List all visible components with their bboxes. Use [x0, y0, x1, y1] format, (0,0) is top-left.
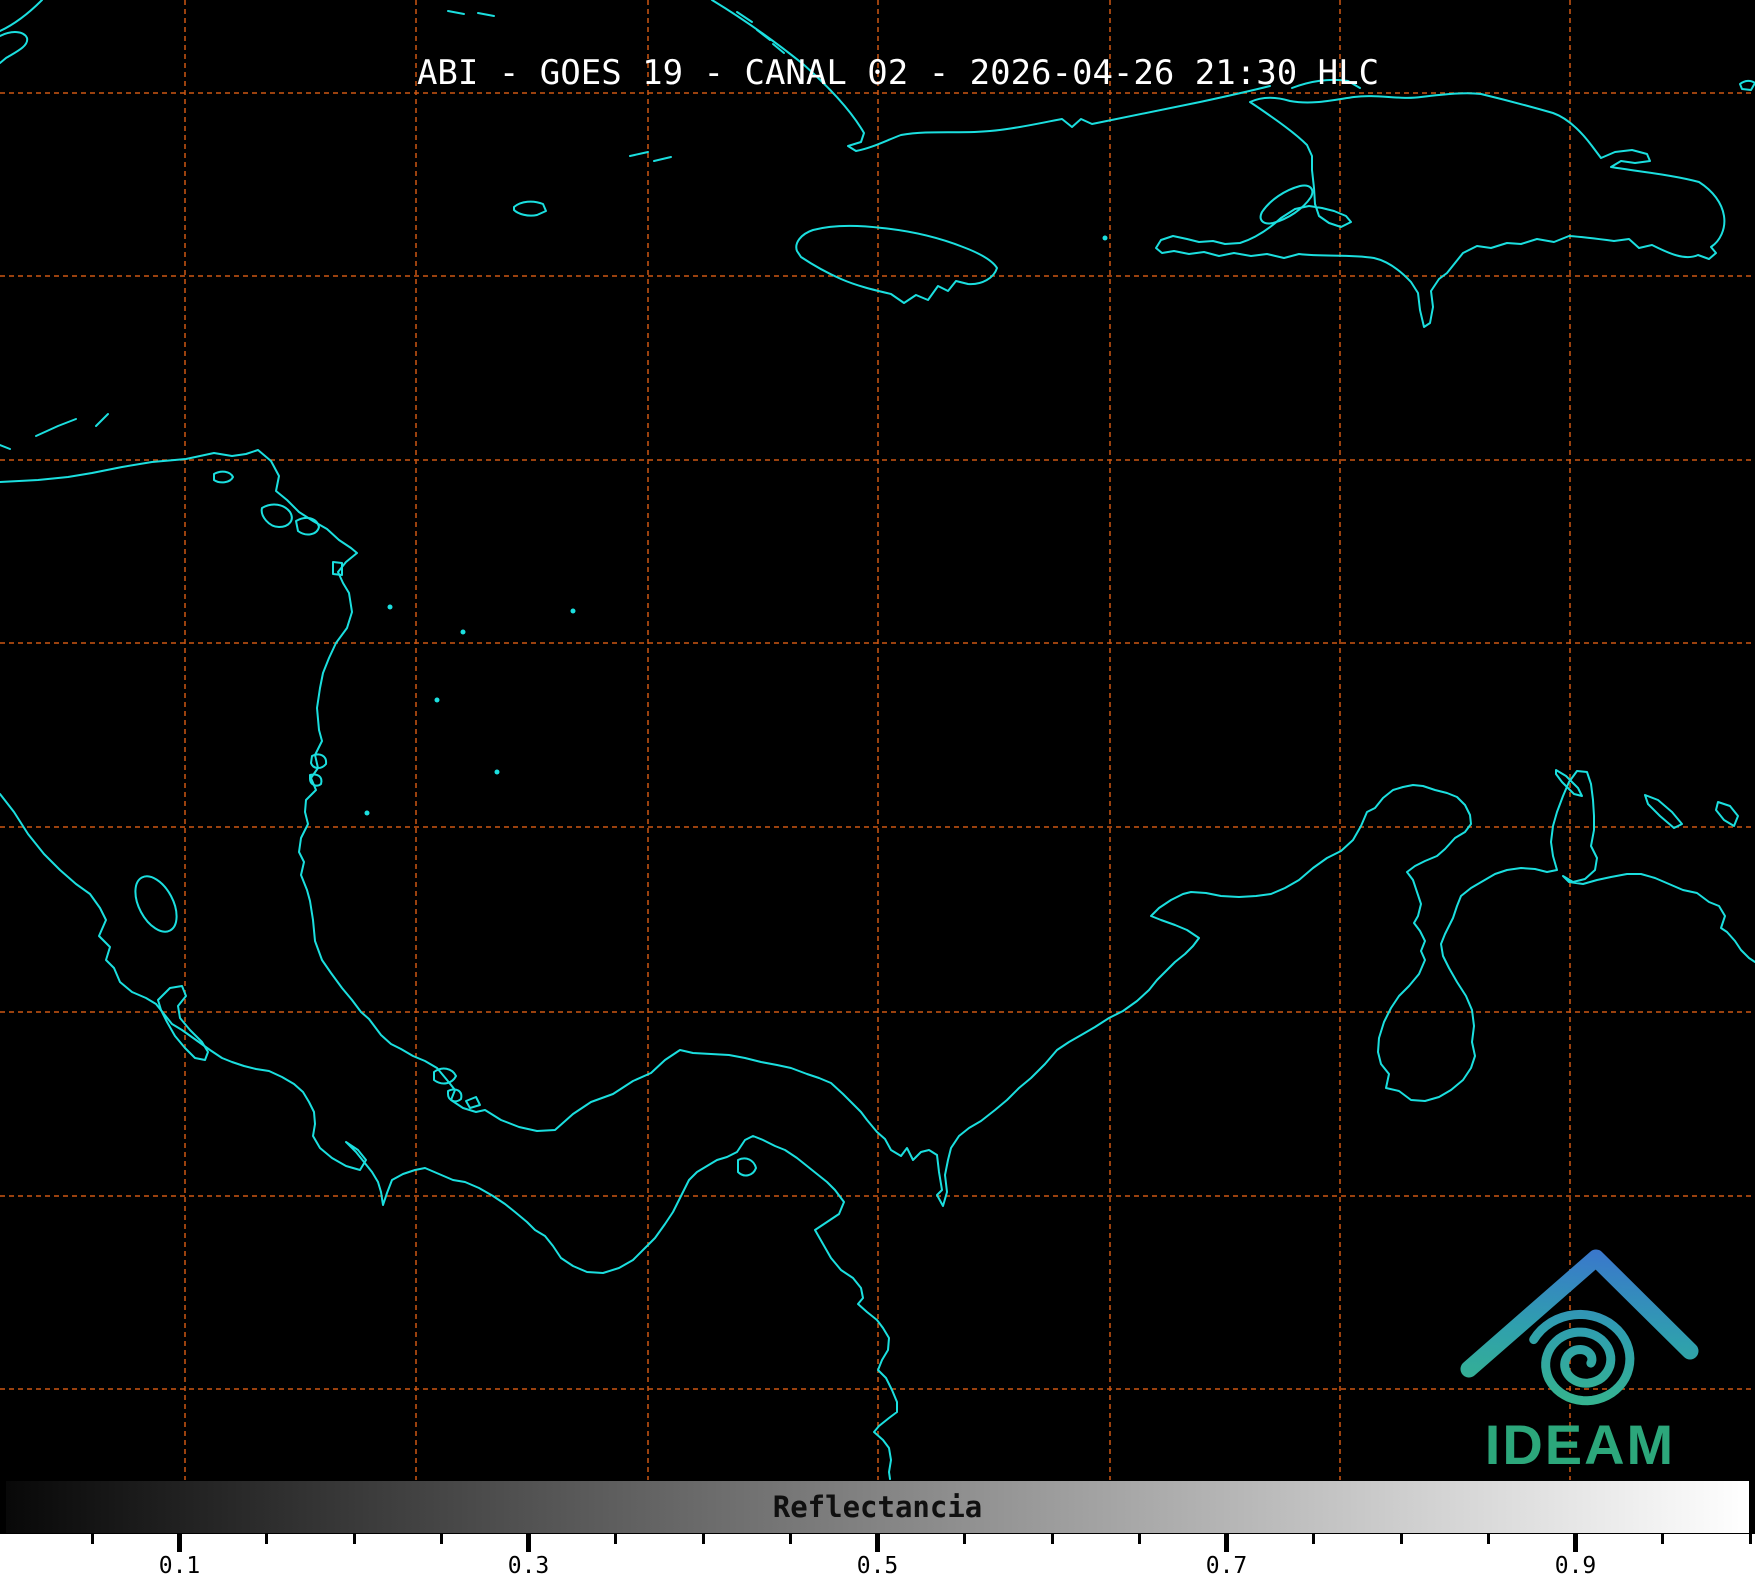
minor-tick-mark	[90, 1534, 94, 1544]
tick-label: 0.7	[1205, 1553, 1248, 1577]
island-outline	[447, 10, 465, 15]
island-outline	[513, 200, 547, 217]
coastline-path	[0, 793, 898, 1480]
small-island-dot	[460, 629, 466, 635]
island-outline	[213, 470, 234, 484]
island-outline	[737, 1157, 757, 1177]
colorbar-label: Reflectancia	[772, 1490, 983, 1524]
island-outline	[1644, 794, 1683, 829]
tick-label: 0.3	[507, 1553, 550, 1577]
lake-outline	[134, 875, 178, 933]
colorbar: Reflectancia	[5, 1480, 1750, 1534]
ideam-logo: IDEAM	[1460, 1249, 1699, 1476]
tick-label: 0.9	[1554, 1553, 1597, 1577]
coastline-path	[1155, 92, 1726, 328]
image-title: ABI - GOES 19 - CANAL 02 - 2026-04-26 21…	[416, 53, 1380, 93]
tick-label: 0.1	[158, 1553, 201, 1577]
minor-tick-mark	[265, 1534, 269, 1544]
island-outline	[629, 151, 649, 157]
minor-tick-mark	[1661, 1534, 1665, 1544]
graticule-grid	[0, 0, 1755, 1480]
coastline-path	[0, 31, 29, 64]
coastline-path	[0, 0, 43, 32]
small-island-dot	[387, 604, 393, 610]
major-tick-mark	[177, 1534, 182, 1552]
island-outline	[1739, 79, 1755, 91]
island-outline	[35, 418, 77, 437]
small-island-dot	[494, 769, 500, 775]
hurricane-spiral-icon	[1529, 1309, 1635, 1406]
minor-tick-mark	[1486, 1534, 1490, 1544]
small-island-dot	[570, 608, 576, 614]
island-outline	[756, 29, 771, 41]
major-tick-mark	[1573, 1534, 1578, 1552]
coastline-path	[157, 985, 209, 1061]
island-outline	[95, 413, 109, 427]
satellite-map: IDEAM	[0, 0, 1755, 1480]
minor-tick-mark	[1050, 1534, 1054, 1544]
minor-tick-mark	[1748, 1534, 1752, 1544]
minor-tick-mark	[963, 1534, 967, 1544]
major-tick-mark	[875, 1534, 880, 1552]
colorbar-axis: 0.1 0.3 0.5 0.7 0.9	[0, 1534, 1755, 1577]
minor-tick-mark	[788, 1534, 792, 1544]
island-outline	[433, 1067, 457, 1085]
minor-tick-mark	[701, 1534, 705, 1544]
tick-label: 0.5	[856, 1553, 899, 1577]
island-outline	[1259, 184, 1314, 225]
island-outline	[260, 503, 293, 528]
coastline-path	[795, 224, 998, 304]
island-outline	[465, 1096, 481, 1109]
island-outline	[477, 12, 495, 17]
island-outline	[0, 444, 11, 450]
small-island-dot	[364, 810, 370, 816]
island-outline	[653, 156, 672, 162]
major-tick-mark	[1224, 1534, 1229, 1552]
minor-tick-mark	[1399, 1534, 1403, 1544]
minor-tick-mark	[1312, 1534, 1316, 1544]
small-island-dot	[1102, 235, 1108, 241]
minor-tick-mark	[439, 1534, 443, 1544]
island-outline	[1715, 801, 1739, 827]
minor-tick-mark	[352, 1534, 356, 1544]
ideam-logo-text: IDEAM	[1485, 1413, 1675, 1476]
small-island-dot	[434, 697, 440, 703]
minor-tick-mark	[614, 1534, 618, 1544]
island-outline	[295, 516, 320, 536]
major-tick-mark	[526, 1534, 531, 1552]
satellite-image-viewer: IDEAM ABI - GOES 19 - CANAL 02 - 2026-04…	[0, 0, 1755, 1577]
minor-tick-mark	[1137, 1534, 1141, 1544]
